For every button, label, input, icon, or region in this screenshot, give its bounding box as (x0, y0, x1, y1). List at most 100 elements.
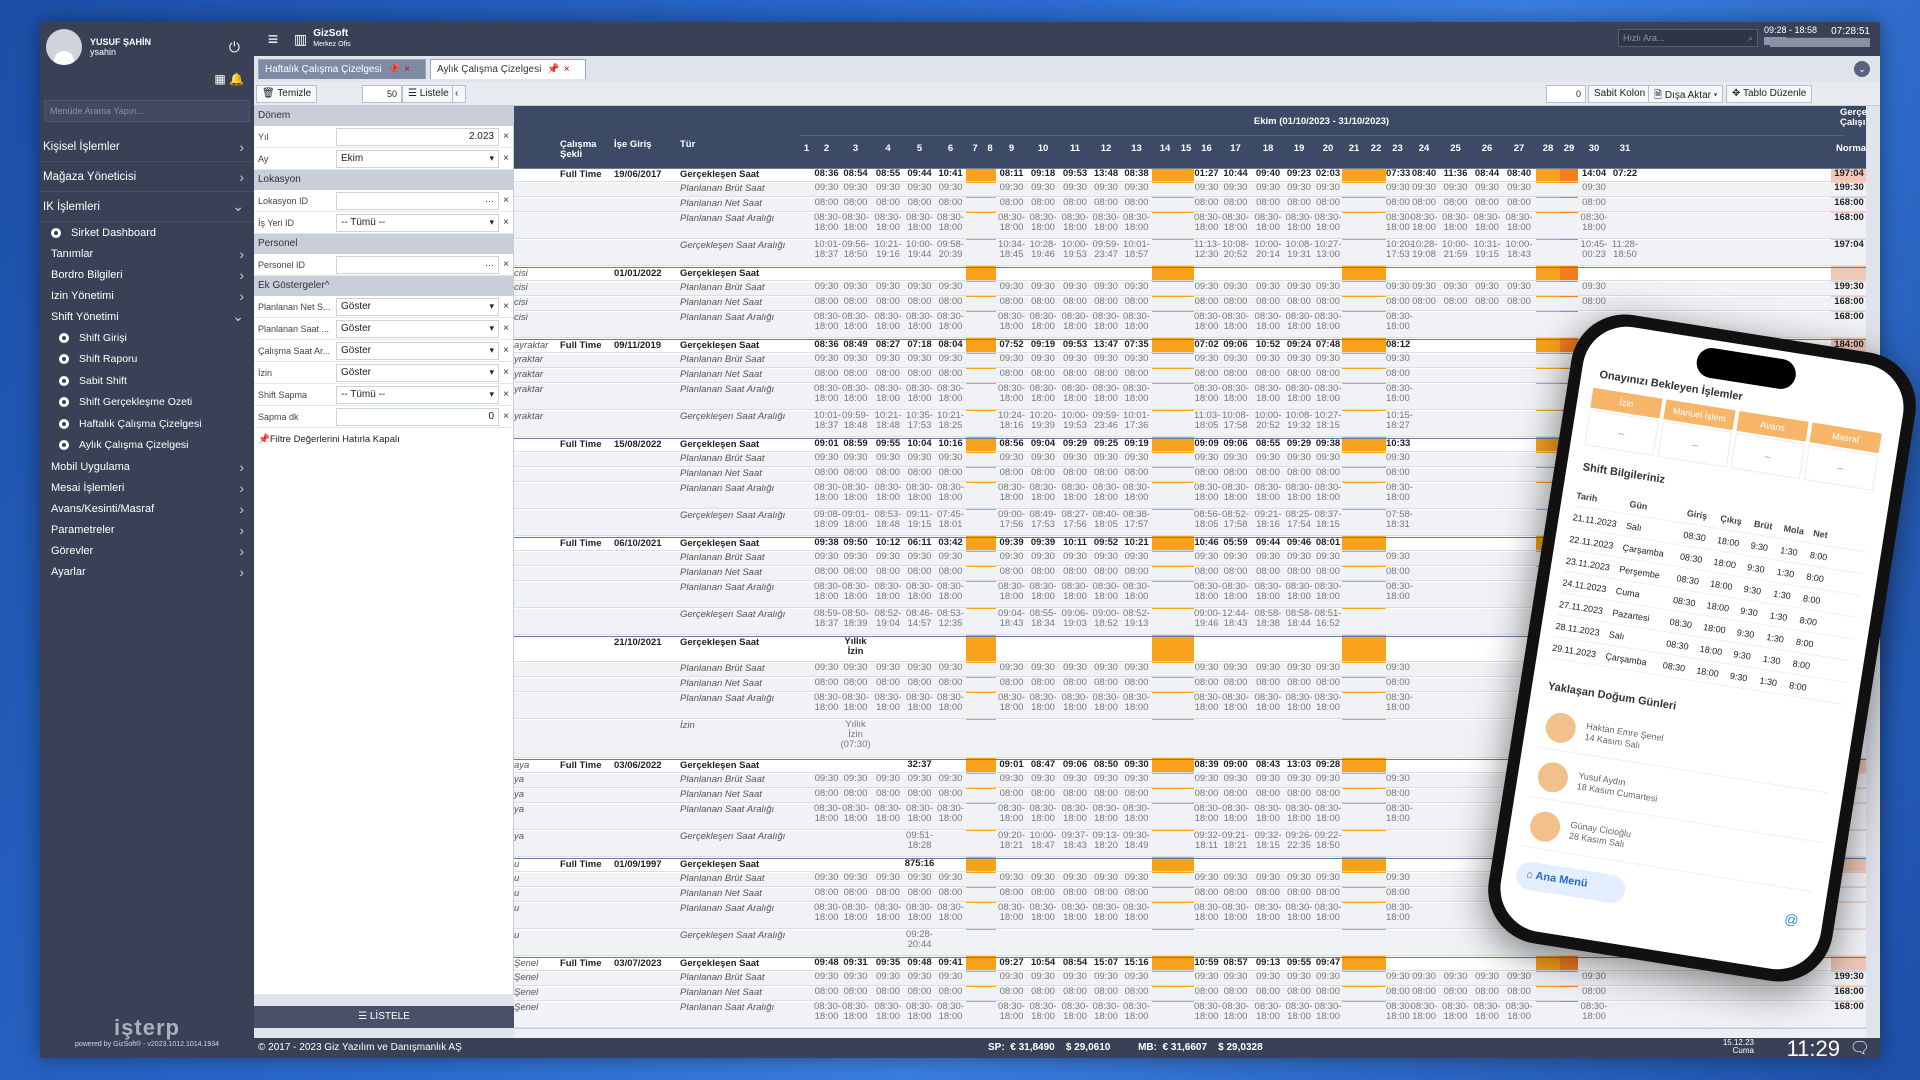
pin-icon[interactable]: 📌 (547, 64, 559, 75)
page-size-input[interactable]: 50 (362, 85, 402, 103)
sidebar-item-ik-1[interactable]: Tanımlar › (40, 243, 254, 264)
personel-id-input[interactable]: ··· (336, 255, 499, 274)
sidebar-item-ik-3[interactable]: Izin Yönetimi › (40, 285, 254, 306)
table-row[interactable]: Şenel Planlanan Brüt Saat 09:30 09:30 09:30 0… (514, 972, 1866, 986)
col-type[interactable]: Tür (680, 140, 695, 150)
day-header[interactable]: 3 (839, 144, 872, 154)
day-header[interactable]: 30 (1578, 144, 1610, 154)
day-header[interactable]: 11 (1059, 144, 1091, 154)
sidebar-item-rest-1[interactable]: Mesai İşlemleri › (40, 477, 254, 498)
day-header[interactable]: 24 (1409, 144, 1439, 154)
fixed-col-input[interactable]: 0 (1546, 85, 1586, 103)
quick-search-input[interactable]: Hızlı Ara... ⌕ (1618, 29, 1758, 47)
sidebar-item-top-0[interactable]: Kişisel İşlemler › (40, 132, 254, 162)
clear-icon[interactable]: × (499, 389, 513, 400)
day-header[interactable]: 15 (1178, 144, 1194, 154)
fixed-column-button[interactable]: Sabit Kolon (1588, 85, 1652, 103)
day-header[interactable]: 22 (1366, 144, 1386, 154)
location-id-input[interactable]: ··· (336, 191, 499, 210)
day-header[interactable]: 19 (1284, 144, 1314, 154)
sidebar-item-rest-5[interactable]: Ayarlar › (40, 561, 254, 582)
day-header[interactable]: 13 (1121, 144, 1152, 154)
table-row[interactable]: Şenel Planlanan Net Saat 08:00 08:00 08:00 08… (514, 987, 1866, 1001)
sidebar-item-rest-4[interactable]: Görevler › (40, 540, 254, 561)
list-submit-button[interactable]: ☰ LİSTELE (254, 1006, 514, 1028)
table-row[interactable]: Planlanan Saat Aralığı 08:30-18:00 08:30-1… (514, 213, 1866, 239)
power-icon[interactable]: ⏻ (229, 39, 240, 56)
deviation-minutes-input[interactable]: 0 (336, 407, 499, 426)
chat-icon[interactable]: 🗨 (1850, 1038, 1870, 1058)
day-header[interactable]: 9 (996, 144, 1027, 154)
indicator-select[interactable]: Göster ▾ (336, 341, 499, 360)
sidebar-item-shift-0[interactable]: Shift Girişi (40, 327, 254, 349)
day-header[interactable]: 26 (1472, 144, 1502, 154)
col-shift-type[interactable]: Çalışma Şekli (560, 140, 600, 160)
table-row[interactable]: cisi 01/01/2022 Gerçekleşen Saat (514, 267, 1866, 281)
clear-button[interactable]: 🗑 Temizle (256, 85, 318, 103)
sidebar-item-top-1[interactable]: Mağaza Yöneticisi › (40, 162, 254, 192)
tab-weekly[interactable]: Haftalık Çalışma Çizelgesi 📌 × (258, 59, 426, 79)
pin-icon[interactable]: 📌 (388, 64, 400, 75)
table-row[interactable]: cisi Planlanan Net Saat 08:00 08:00 08:00 08:… (514, 297, 1866, 311)
sidebar-item-shift-3[interactable]: Shift Gerçekleşme Ozeti (40, 392, 254, 414)
bell-icon[interactable]: 🔔 (229, 72, 244, 86)
sidebar-item-shift-4[interactable]: Haftalık Çalışma Çizelgesi (40, 413, 254, 435)
day-header[interactable]: 31 (1610, 144, 1640, 154)
day-header[interactable]: 23 (1386, 144, 1409, 154)
clear-icon[interactable]: × (499, 153, 513, 164)
day-header[interactable]: 8 (984, 144, 996, 154)
clear-icon[interactable]: × (499, 259, 513, 270)
day-header[interactable]: 10 (1027, 144, 1059, 154)
remember-filters-toggle[interactable]: 📌Filtre Değerlerini Hatırla Kapalı (254, 428, 513, 451)
col-normal[interactable]: Normal (1836, 144, 1866, 154)
sidebar-item-shift-1[interactable]: Shift Raporu (40, 349, 254, 371)
month-select[interactable]: Ekim ▾ (336, 149, 499, 168)
phone-home-button[interactable]: ⌂ Ana Menü (1514, 859, 1628, 905)
chevron-left-icon[interactable]: ‹ (452, 85, 466, 103)
col-entry-date[interactable]: İşe Giriş (614, 140, 652, 150)
clear-icon[interactable]: × (499, 131, 513, 142)
day-header[interactable]: 5 (904, 144, 935, 154)
sidebar-item-ik-0[interactable]: Sirket Dashboard (40, 222, 254, 243)
day-header[interactable]: 28 (1536, 144, 1560, 154)
table-row[interactable]: Planlanan Brüt Saat 09:30 09:30 09:30 09:30 0… (514, 183, 1866, 197)
list-button[interactable]: ☰ Listele (402, 85, 455, 103)
clear-icon[interactable]: × (499, 367, 513, 378)
export-button[interactable]: 🗎 Dışa Aktar ▾ (1648, 85, 1724, 103)
day-header[interactable]: 18 (1252, 144, 1284, 154)
clear-icon[interactable]: × (499, 217, 513, 228)
sidebar-item-rest-0[interactable]: Mobil Uygulama › (40, 456, 254, 477)
day-header[interactable]: 12 (1091, 144, 1121, 154)
shift-deviation-select[interactable]: -- Tümü -- ▾ (336, 385, 499, 404)
col-real[interactable]: Gerçek Çalışı (1840, 108, 1866, 128)
search-icon[interactable]: ⌕ (1748, 33, 1753, 44)
hamburger-icon[interactable]: ≡ (260, 29, 286, 50)
table-row[interactable]: Full Time 19/06/2017 Gerçekleşen Saat 08:36… (514, 168, 1866, 182)
sidebar-item-ik-2[interactable]: Bordro Bilgileri › (40, 264, 254, 285)
indicator-select[interactable]: Göster ▾ (336, 319, 499, 338)
menu-search-input[interactable]: Menüde Arama Yapın... (44, 100, 250, 122)
sidebar-item-ik-4[interactable]: Shift Yönetimi ⌄ (40, 306, 254, 327)
clear-icon[interactable]: × (499, 345, 513, 356)
at-icon[interactable]: @ (1783, 910, 1800, 928)
close-icon[interactable]: × (404, 64, 410, 75)
day-header[interactable]: 1 (799, 144, 814, 154)
day-header[interactable]: 16 (1194, 144, 1219, 154)
clear-icon[interactable]: × (499, 323, 513, 334)
clear-icon[interactable]: × (499, 301, 513, 312)
table-row[interactable]: Gerçekleşen Saat Aralığı 10:01-18:37 09:56… (514, 240, 1866, 266)
section-ek[interactable]: Ek Göstergeler^ (254, 276, 513, 296)
workplace-select[interactable]: -- Tümü -- ▾ (336, 213, 499, 232)
day-header[interactable]: 25 (1439, 144, 1472, 154)
indicator-select[interactable]: Göster ▾ (336, 297, 499, 316)
sidebar-item-rest-2[interactable]: Avans/Kesinti/Masraf › (40, 498, 254, 519)
indicator-select[interactable]: Göster ▾ (336, 363, 499, 382)
day-header[interactable]: 20 (1314, 144, 1342, 154)
table-row[interactable]: cisi Planlanan Brüt Saat 09:30 09:30 09:30 09… (514, 282, 1866, 296)
year-input[interactable]: 2.023 (336, 127, 499, 146)
avatar[interactable] (46, 29, 82, 65)
day-header[interactable]: 21 (1342, 144, 1366, 154)
day-header[interactable]: 27 (1502, 144, 1536, 154)
table-row[interactable]: Şenel Planlanan Saat Aralığı 08:30-18:00 08… (514, 1002, 1866, 1028)
sidebar-item-top-2[interactable]: IK İşlemleri ⌄ (40, 192, 254, 222)
